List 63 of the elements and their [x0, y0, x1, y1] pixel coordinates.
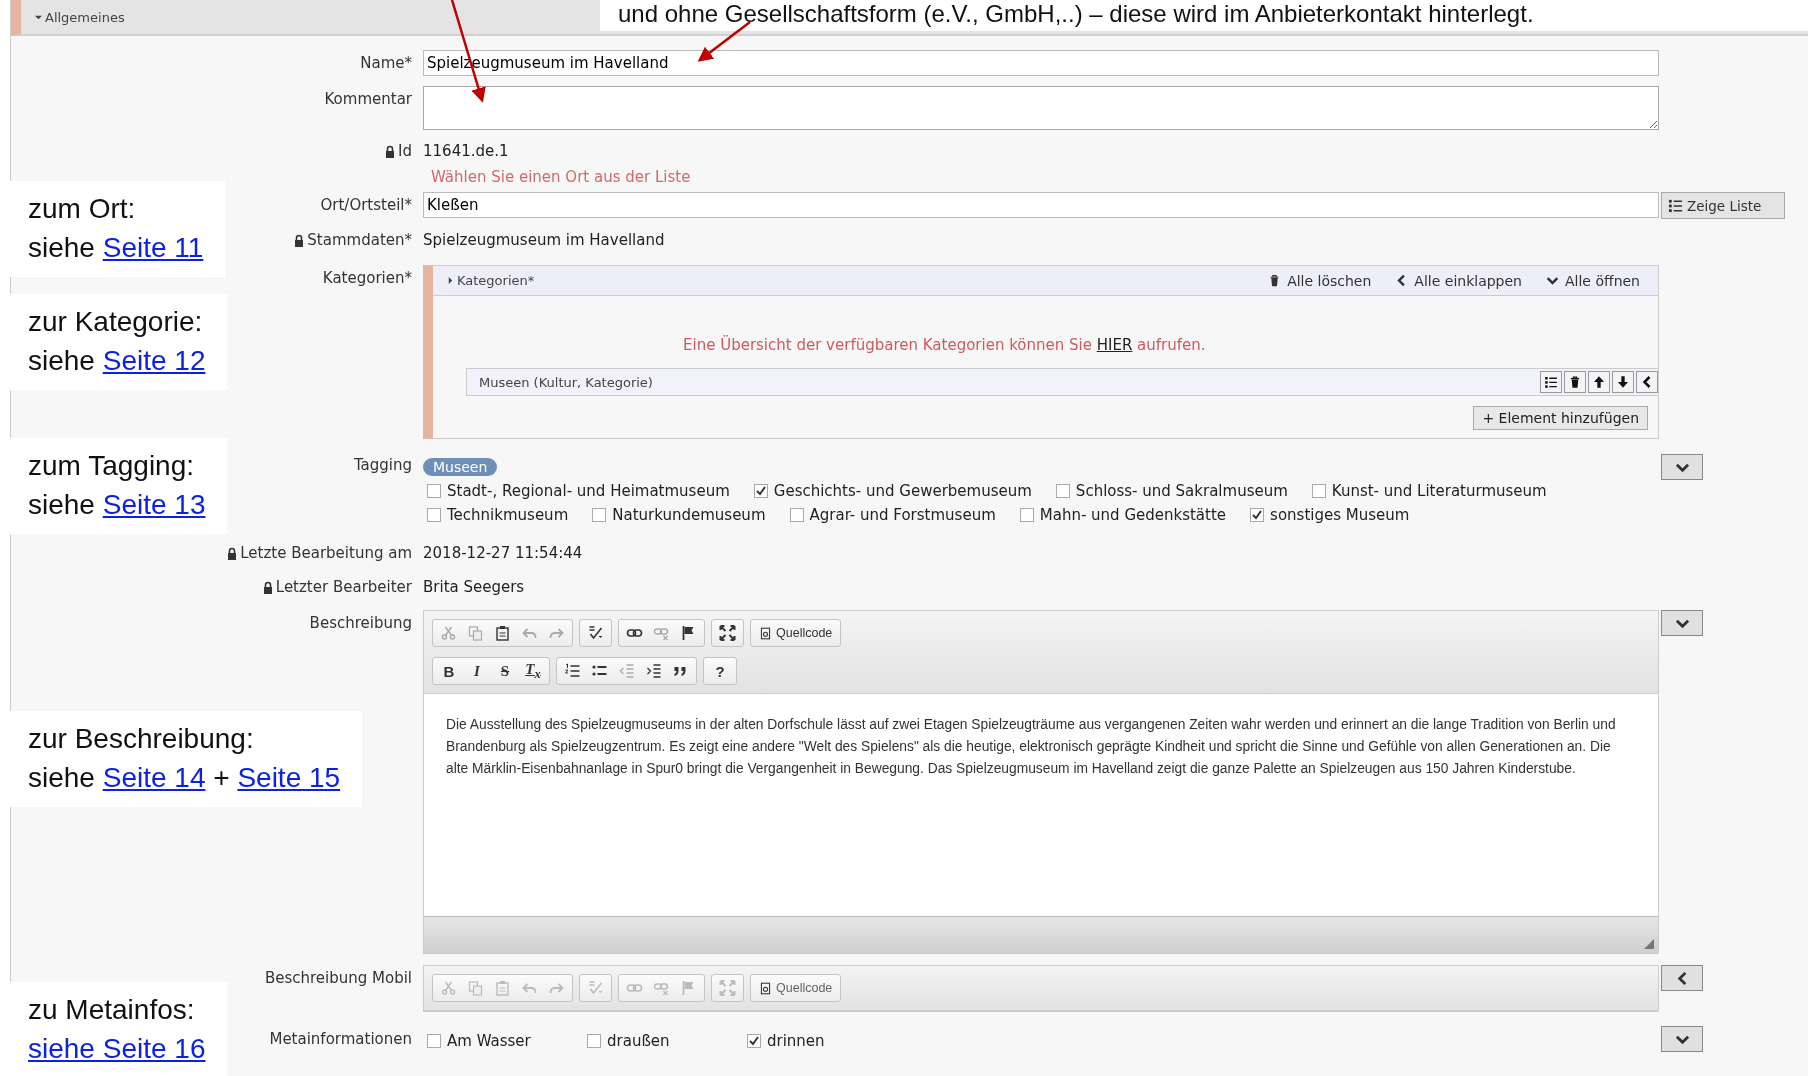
- checkbox-label: sonstiges Museum: [1270, 506, 1410, 524]
- categories-notice: Eine Übersicht der verfügbaren Kategorien können Sie HIER aufrufen.: [683, 336, 1207, 354]
- field-label: Beschreibung: [309, 613, 413, 632]
- checkbox-label: Technikmuseum: [447, 506, 569, 524]
- show-list-button[interactable]: Zeige Liste: [1661, 192, 1785, 219]
- link[interactable]: HIER: [1096, 336, 1133, 354]
- page-link[interactable]: Seite 14: [102, 762, 206, 793]
- field-value: 2018-12-27 11:54:44: [423, 543, 584, 562]
- format-button[interactable]: I: [463, 658, 491, 684]
- page-link[interactable]: Seite 15: [237, 762, 341, 793]
- field-label: Tagging: [353, 455, 413, 474]
- checkbox-label: draußen: [607, 1032, 670, 1050]
- checkbox-label: drinnen: [767, 1032, 825, 1050]
- checkbox-label: Am Wasser: [447, 1032, 531, 1050]
- checkbox-label: Agrar- und Forstmuseum: [809, 506, 996, 524]
- field-value: Brita Seegers: [423, 577, 526, 596]
- category-name: Museen (Kultur, Kategorie): [479, 374, 653, 390]
- panel-action[interactable]: Alle öffnen: [1546, 272, 1640, 289]
- description-text: Die Ausstellung des Spielzeugmuseums in der alten Dorfschule lässt auf zwei Etagen Spielzeugträume aus vergangenen Zeiten wahr werden und erinnert an die lange Tradition von Berlin und Brandenburg als Spielzeugzentrum. Es zeigt eine andere "Welt des Spielens" als die heutige, elektronisch geprägte Kindheit und spricht die Sinne und Gefühle von allen Generationen an. Die alte Märklin-Eisenbahnanlage in Spur0 bringt die Vergangenheit in Bewegung. Das Spielzeugmuseum im Havelland zeigt die ganze Palette an Spielzeugen aus 150 Jahren Kinderstube.: [446, 716, 1617, 778]
- field-label: Id: [398, 142, 412, 160]
- format-button[interactable]: T$_{x}$: [519, 658, 547, 684]
- checkbox-label: Mahn- und Gedenkstätte: [1039, 506, 1227, 524]
- annotation-text: und ohne Gesellschaftsform (e.V., GmbH,..) – diese wird im Anbieterkontakt hinterlegt.: [618, 0, 1534, 28]
- page-link[interactable]: siehe Seite 16: [28, 1033, 206, 1064]
- field-label: Kategorien*: [322, 268, 413, 287]
- location-field[interactable]: Kleßen: [423, 192, 1659, 218]
- note-title: zur Beschreibung:: [28, 722, 255, 756]
- source-code-button[interactable]: Quellcode: [750, 619, 842, 647]
- note-title: zur Kategorie:: [28, 305, 204, 339]
- field-label: Stammdaten*: [307, 231, 412, 249]
- field-label: Metainformationen: [269, 1029, 413, 1048]
- hint-text: Wählen Sie einen Ort aus der Liste: [430, 168, 692, 186]
- page-link[interactable]: Seite 13: [102, 489, 206, 520]
- checkbox-label: Geschichts- und Gewerbemuseum: [773, 482, 1032, 500]
- field-label: Kommentar: [324, 89, 413, 108]
- note-title: zum Tagging:: [28, 449, 196, 483]
- checkbox-label: Naturkundemuseum: [612, 506, 766, 524]
- checkbox-label: Kunst- und Literaturmuseum: [1331, 482, 1547, 500]
- field-value: 11641.de.1: [423, 141, 510, 160]
- help-button[interactable]: ?: [706, 658, 734, 684]
- checkbox-label: Stadt-, Regional- und Heimatmuseum: [447, 482, 730, 500]
- note-text: siehe Seite 11: [28, 231, 204, 265]
- format-button[interactable]: S: [491, 658, 519, 684]
- panel-action[interactable]: Alle einklappen: [1395, 272, 1522, 289]
- field-label: Ort/Ortsteil*: [320, 195, 413, 214]
- page-link[interactable]: Seite 11: [102, 232, 204, 263]
- field-label: Letzter Bearbeiter: [275, 578, 412, 596]
- page-link[interactable]: Seite 12: [102, 345, 206, 376]
- field-value: Spielzeugmuseum im Havelland: [423, 230, 666, 249]
- note-text: siehe Seite 12: [28, 344, 206, 378]
- checkbox-label: Schloss- und Sakralmuseum: [1075, 482, 1288, 500]
- add-element-button[interactable]: + Element hinzufügen: [1473, 406, 1648, 430]
- tag-chip: Museen: [423, 458, 498, 476]
- field-label: Letzte Bearbeitung am: [240, 544, 412, 562]
- categories-toggle[interactable]: Kategorien*: [447, 273, 535, 288]
- note-text: siehe Seite 13: [28, 488, 206, 522]
- panel-action[interactable]: Alle löschen: [1268, 272, 1372, 289]
- note-text: siehe Seite 14 + Seite 15: [28, 761, 341, 795]
- note-title: zu Metainfos:: [28, 993, 196, 1027]
- format-button[interactable]: B: [435, 658, 463, 684]
- note-title: zum Ort:: [28, 192, 137, 226]
- field-label: Beschreibung Mobil: [264, 968, 413, 987]
- field-label: Name*: [360, 53, 413, 72]
